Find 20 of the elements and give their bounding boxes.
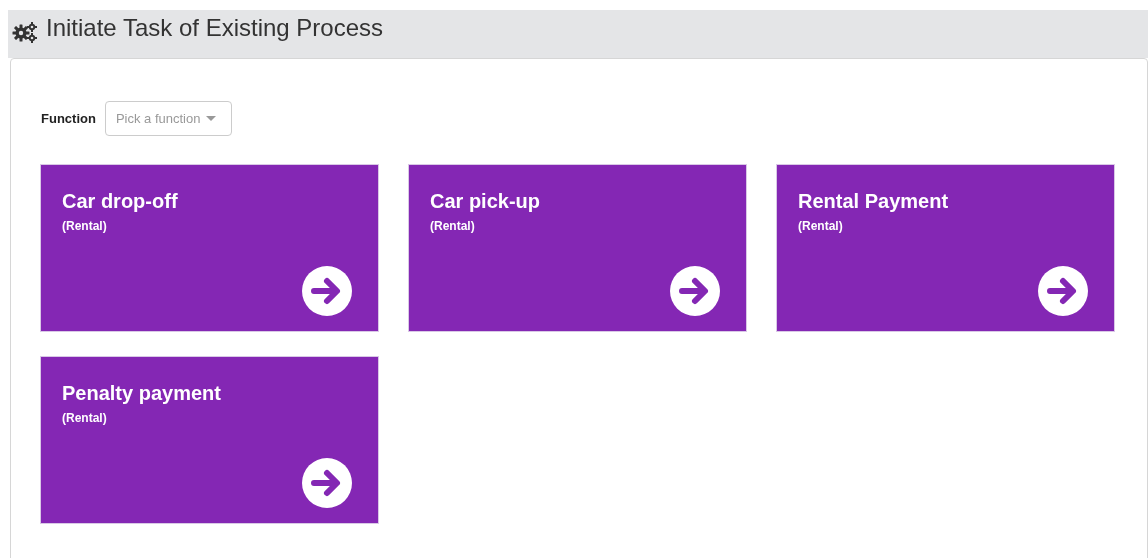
task-category: (Rental) xyxy=(62,219,108,233)
task-category: (Rental) xyxy=(62,411,108,425)
task-category: (Rental) xyxy=(798,219,844,233)
arrow-circle-icon[interactable] xyxy=(1038,266,1088,316)
task-card[interactable]: Car drop-off (Rental) xyxy=(41,165,378,331)
task-card[interactable]: Rental Payment (Rental) xyxy=(777,165,1114,331)
task-title: Car drop-off xyxy=(62,190,179,213)
page-title: Initiate Task of Existing Process xyxy=(46,14,384,42)
arrow-circle-icon[interactable] xyxy=(302,458,352,508)
task-card[interactable]: Penalty payment (Rental) xyxy=(41,357,378,523)
arrow-circle-icon[interactable] xyxy=(670,266,720,316)
task-title: Penalty payment xyxy=(62,382,222,405)
function-label: Function xyxy=(41,111,96,126)
gears-icon xyxy=(12,21,38,43)
task-title: Rental Payment xyxy=(798,190,950,213)
task-title: Car pick-up xyxy=(430,190,542,213)
task-card[interactable]: Car pick-up (Rental) xyxy=(409,165,746,331)
caret-icon xyxy=(206,116,217,121)
task-category: (Rental) xyxy=(430,219,476,233)
arrow-circle-icon[interactable] xyxy=(302,266,352,316)
